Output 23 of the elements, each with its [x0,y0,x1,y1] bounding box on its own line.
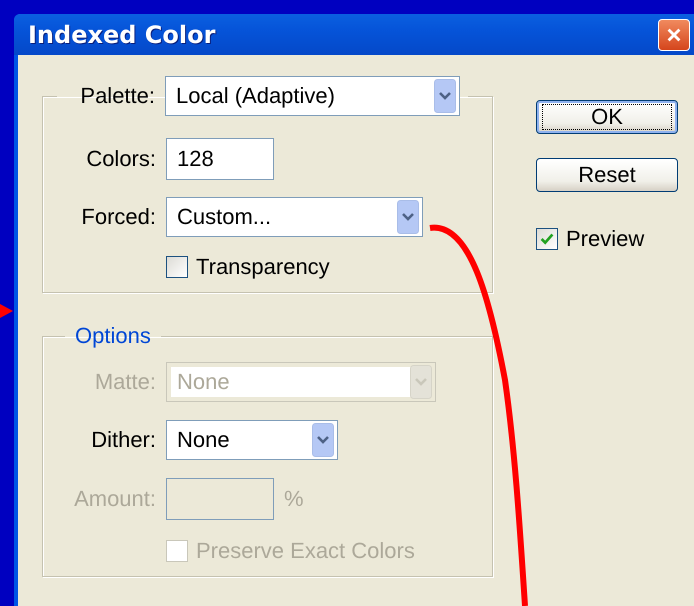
field-label: Forced: [81,204,156,230]
group-title: Options [75,323,151,348]
field-label: Palette: [80,83,155,109]
checkbox[interactable] [536,228,558,250]
checkbox-label: Transparency [196,254,330,280]
checkbox-label: Preserve Exact Colors [196,538,415,564]
checkbox[interactable] [166,256,188,278]
field-label: Colors: [86,146,156,172]
field-label: Amount: [74,486,156,512]
arrow-tip [0,304,13,318]
window-title: Indexed Color [28,20,216,48]
close-icon [665,26,683,44]
dialog-button[interactable]: Reset [536,158,678,192]
dropdown[interactable]: None [166,420,338,460]
dialog-button[interactable]: OK [536,100,678,134]
close-button[interactable] [658,18,690,50]
dropdown[interactable]: Custom... [166,197,423,237]
unit-label: % [284,486,304,512]
field-label: Dither: [91,427,156,453]
field-label: Matte: [94,369,156,395]
dropdown[interactable]: Local (Adaptive) [165,76,460,116]
input-field[interactable]: 128 [166,138,274,180]
checkbox-label: Preview [566,226,644,252]
